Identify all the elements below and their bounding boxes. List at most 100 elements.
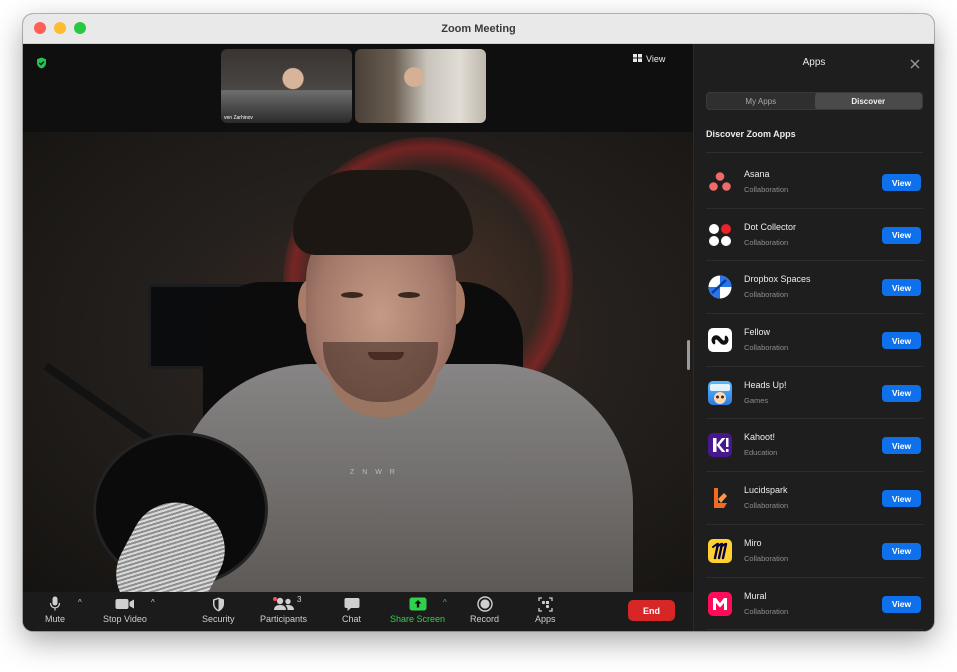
meeting-toolbar: Mute ^ Stop Video ^ Security Participant… <box>23 592 693 631</box>
app-name: Dot Collector <box>744 221 797 232</box>
app-name: Fellow <box>744 327 771 338</box>
app-category: Games <box>744 395 769 405</box>
notification-dot <box>273 597 277 601</box>
mute-button[interactable]: Mute <box>45 596 65 624</box>
app-list-item[interactable]: Fellow Collaboration View <box>706 314 923 367</box>
apps-icon <box>538 596 553 612</box>
app-name: Asana <box>744 169 770 179</box>
mural-icon <box>708 591 732 616</box>
kahoot-icon <box>708 433 732 458</box>
app-category: Collaboration <box>744 501 789 511</box>
app-name: Kahoot! <box>744 432 776 443</box>
app-name: Mural <box>744 590 767 601</box>
zoom-window: Zoom Meeting ven Zarhinov View Z N W R M… <box>23 14 934 631</box>
speaker-eye <box>398 292 420 298</box>
record-button[interactable]: Record <box>470 596 499 624</box>
app-category: Education <box>744 448 778 458</box>
apps-tab-switcher: My Apps Discover <box>706 92 923 110</box>
app-list-item[interactable]: Heads Up! Games View <box>706 367 923 420</box>
participant-thumbnail[interactable] <box>355 49 486 123</box>
app-list-item[interactable]: Mural Collaboration View <box>706 578 923 631</box>
participants-label: Participants <box>260 614 308 624</box>
speaker-mouth <box>368 352 404 360</box>
share-screen-label: Share Screen <box>390 614 446 624</box>
app-category: Collaboration <box>744 553 789 563</box>
lucidspark-icon <box>708 486 732 510</box>
app-view-button[interactable]: View <box>882 490 921 508</box>
close-icon[interactable] <box>910 56 920 74</box>
chat-bubble-icon <box>344 596 360 612</box>
app-view-button[interactable]: View <box>882 174 921 191</box>
video-options-caret[interactable]: ^ <box>151 598 155 607</box>
shirt-logo-text: Z N W R <box>350 469 398 476</box>
app-list-item[interactable]: Miro Collaboration View <box>706 525 923 578</box>
chat-button[interactable]: Chat <box>342 596 361 624</box>
share-screen-button[interactable]: Share Screen <box>390 596 445 624</box>
app-category: Collaboration <box>744 290 789 300</box>
participant-name: ven Zarhinov <box>224 115 253 121</box>
microphone-icon <box>49 596 61 612</box>
share-options-caret[interactable]: ^ <box>443 598 447 607</box>
app-name: Dropbox Spaces <box>744 274 811 285</box>
app-list-item[interactable]: Asana Collaboration View <box>706 156 923 209</box>
app-view-button[interactable]: View <box>882 332 921 350</box>
section-title: Discover Zoom Apps <box>706 129 796 139</box>
app-list-item[interactable]: Lucidspark Collaboration View <box>706 472 923 525</box>
participant-thumbnail[interactable]: ven Zarhinov <box>221 49 352 123</box>
miro-icon <box>708 538 732 563</box>
record-label: Record <box>470 614 500 624</box>
mic-boom-arm <box>43 362 163 450</box>
stop-video-label: Stop Video <box>103 614 147 624</box>
dropbox-spaces-icon <box>708 275 732 299</box>
shield-icon <box>212 596 225 612</box>
app-list-item[interactable]: Dot Collector Collaboration View <box>706 209 923 262</box>
app-name: Miro <box>744 537 762 548</box>
app-view-button[interactable]: View <box>882 437 921 455</box>
panel-resize-handle[interactable] <box>687 340 690 370</box>
app-list: Asana Collaboration View Dot Collector C… <box>706 156 923 631</box>
encryption-shield-icon[interactable] <box>36 56 47 74</box>
app-view-button[interactable]: View <box>882 384 921 402</box>
app-category: Collaboration <box>744 185 789 194</box>
dot-collector-icon <box>708 223 732 247</box>
app-view-button[interactable]: View <box>882 542 921 560</box>
app-list-item[interactable]: Kahoot! Education View <box>706 419 923 473</box>
active-speaker-video: Z N W R <box>23 132 693 592</box>
app-view-button[interactable]: View <box>882 226 921 244</box>
title-bar: Zoom Meeting <box>23 14 934 44</box>
share-screen-icon <box>409 596 427 612</box>
heads-up-icon <box>708 380 732 405</box>
tab-discover[interactable]: Discover <box>814 93 922 109</box>
end-meeting-button[interactable]: End <box>628 600 675 621</box>
app-list-item[interactable]: Dropbox Spaces Collaboration View <box>706 261 923 315</box>
security-label: Security <box>202 614 235 624</box>
app-name: Heads Up! <box>744 379 787 390</box>
app-view-button[interactable]: View <box>882 279 921 297</box>
meeting-area: ven Zarhinov View Z N W R Mute ^ Stop Vi… <box>23 44 693 631</box>
security-button[interactable]: Security <box>202 596 235 624</box>
grid-icon <box>633 54 642 64</box>
app-category: Collaboration <box>744 237 789 247</box>
window-title: Zoom Meeting <box>441 23 516 35</box>
chat-label: Chat <box>342 614 362 624</box>
audio-options-caret[interactable]: ^ <box>78 598 82 607</box>
speaker-eye <box>341 292 363 298</box>
tab-my-apps[interactable]: My Apps <box>707 93 815 109</box>
speaker-hair <box>293 170 473 255</box>
view-button-label: View <box>646 54 666 64</box>
asana-icon <box>708 170 732 194</box>
participants-count: 3 <box>297 595 302 604</box>
view-button[interactable]: View <box>633 54 665 64</box>
record-icon <box>476 596 493 612</box>
video-camera-icon <box>115 596 135 612</box>
app-view-button[interactable]: View <box>882 595 921 613</box>
fellow-icon <box>708 328 732 353</box>
stop-video-button[interactable]: Stop Video <box>103 596 147 624</box>
panel-title: Apps <box>802 57 826 68</box>
apps-label: Apps <box>535 614 556 624</box>
apps-button[interactable]: Apps <box>535 596 556 624</box>
apps-panel: Apps My Apps Discover Discover Zoom Apps… <box>693 44 934 631</box>
app-name: Lucidspark <box>744 485 788 496</box>
divider <box>706 152 923 153</box>
mute-label: Mute <box>45 614 66 624</box>
